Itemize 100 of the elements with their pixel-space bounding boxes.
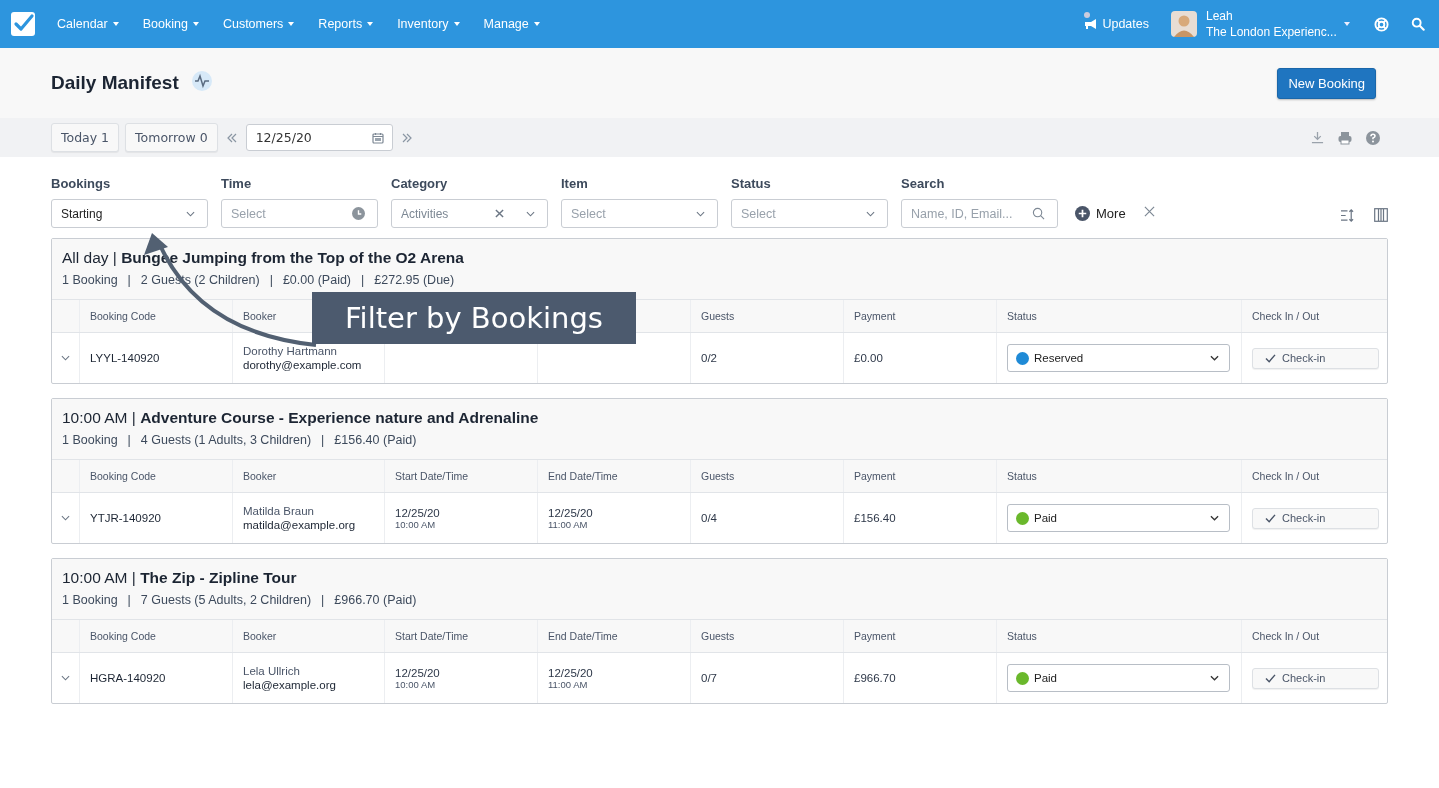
summary-text: £0.00 (Paid) xyxy=(282,273,352,287)
nav-menu[interactable]: Calendar xyxy=(57,17,119,31)
check-icon xyxy=(1265,353,1276,363)
summary-text: £966.70 (Paid) xyxy=(334,593,417,607)
search-icon[interactable] xyxy=(1411,17,1425,31)
status-select[interactable]: Paid xyxy=(1007,504,1230,532)
nav-menu[interactable]: Reports xyxy=(318,17,374,31)
date-field[interactable]: 12/25/20 xyxy=(245,124,393,151)
column-header: Status xyxy=(997,460,1242,492)
filter-label: Status xyxy=(731,176,772,191)
user-organization[interactable]: The London Experienc... xyxy=(1206,24,1344,40)
filter-field[interactable]: Select xyxy=(221,199,378,228)
column-header: Payment xyxy=(844,620,997,652)
group-title: 10:00 AM | The Zip - Zipline Tour xyxy=(62,569,298,587)
filter-field[interactable]: Name, ID, Email... xyxy=(901,199,1058,228)
chevron-down-icon xyxy=(1210,675,1219,681)
check-icon xyxy=(1265,673,1276,683)
summary-text: | xyxy=(321,593,325,607)
callout-label: Filter by Bookings xyxy=(312,292,636,344)
booker-name: Dorothy Hartmann xyxy=(243,345,337,357)
checkmark-logo-icon[interactable] xyxy=(11,12,35,36)
chevron-down-icon[interactable] xyxy=(61,355,70,361)
end-time: 11:00 AM xyxy=(548,678,588,690)
column-header: Guests xyxy=(691,620,844,652)
plus-circle-icon[interactable] xyxy=(1075,206,1090,221)
table-cell: £966.70 xyxy=(854,672,896,684)
start-time: 10:00 AM xyxy=(395,678,436,690)
chevron-down-icon xyxy=(1210,355,1219,361)
booker-email: dorothy@example.com xyxy=(243,359,362,371)
nav-menu[interactable]: Manage xyxy=(483,17,540,31)
download-icon[interactable] xyxy=(1311,131,1324,144)
filter-field[interactable]: Select xyxy=(731,199,888,228)
column-header: Booking Code xyxy=(80,460,233,492)
column-header: Booking Code xyxy=(80,300,233,332)
avatar[interactable] xyxy=(1171,11,1197,37)
updates-link[interactable]: Updates xyxy=(1102,17,1149,31)
end-date: 12/25/20 xyxy=(548,506,593,519)
column-header: Check In / Out xyxy=(1251,469,1321,484)
page-title: Daily Manifest xyxy=(51,72,179,94)
column-header: Guests xyxy=(691,300,844,332)
status-select[interactable]: Paid xyxy=(1007,664,1230,692)
start-date: 12/25/20 xyxy=(395,506,440,519)
table-cell: HGRA-140920 xyxy=(90,672,166,684)
new-booking-button[interactable]: New Booking xyxy=(1277,67,1376,99)
column-header: Check In / Out xyxy=(1251,309,1321,324)
filter-field[interactable]: Select xyxy=(561,199,718,228)
table-cell: LYYL-140920 xyxy=(90,352,160,364)
check-in-button[interactable]: Check-in xyxy=(1252,667,1379,689)
double-chevron-left-icon[interactable] xyxy=(225,132,238,143)
check-icon xyxy=(1265,513,1276,523)
check-in-button[interactable]: Check-in xyxy=(1252,347,1379,369)
sort-rows-icon[interactable] xyxy=(1340,209,1355,222)
booker-name: Matilda Braun xyxy=(243,505,314,517)
end-time: 11:00 AM xyxy=(548,518,588,530)
lifebuoy-icon[interactable] xyxy=(1374,16,1389,32)
summary-text: | xyxy=(127,433,131,447)
clock-icon xyxy=(352,207,365,220)
column-header: Booker xyxy=(233,620,385,652)
summary-text: 1 Booking xyxy=(62,433,118,447)
clear-icon[interactable] xyxy=(495,209,504,218)
booker-email: lela@example.org xyxy=(243,679,336,691)
summary-text: | xyxy=(127,593,131,607)
printer-icon[interactable] xyxy=(1338,130,1352,145)
summary-text: | xyxy=(127,273,131,287)
chevron-down-icon xyxy=(866,210,875,217)
chevron-down-icon[interactable] xyxy=(61,515,70,521)
booker-email: matilda@example.org xyxy=(243,519,356,531)
status-select[interactable]: Reserved xyxy=(1007,344,1230,372)
nav-menu[interactable]: Inventory xyxy=(397,17,460,31)
filter-field[interactable]: Activities xyxy=(391,199,548,228)
column-header: End Date/Time xyxy=(538,620,691,652)
close-icon[interactable] xyxy=(1143,206,1155,217)
start-date: 12/25/20 xyxy=(395,666,440,679)
check-in-button[interactable]: Check-in xyxy=(1252,507,1379,529)
help-icon[interactable] xyxy=(1366,130,1380,145)
activity-icon[interactable] xyxy=(191,71,212,91)
summary-text: 1 Booking xyxy=(62,273,118,287)
double-chevron-right-icon[interactable] xyxy=(400,132,413,143)
columns-icon[interactable] xyxy=(1374,208,1388,222)
table-cell: 0/7 xyxy=(701,672,717,684)
summary-text: £272.95 (Due) xyxy=(374,273,455,287)
end-date: 12/25/20 xyxy=(548,666,593,679)
chevron-down-icon[interactable] xyxy=(61,675,70,681)
column-header: Check In / Out xyxy=(1251,629,1321,644)
column-header: Start Date/Time xyxy=(385,620,538,652)
start-time: 10:00 AM xyxy=(395,518,436,530)
chevron-down-icon xyxy=(526,210,535,217)
nav-menu[interactable]: Booking xyxy=(142,17,199,31)
column-header: Booker xyxy=(233,460,385,492)
more-filters-link[interactable]: More xyxy=(1096,206,1126,221)
nav-menu[interactable]: Customers xyxy=(222,17,295,31)
filter-field[interactable]: Starting xyxy=(51,199,208,228)
calendar-icon[interactable] xyxy=(371,131,384,144)
summary-text: | xyxy=(321,433,325,447)
summary-text: 1 Booking xyxy=(62,593,118,607)
filter-label: Time xyxy=(221,176,253,191)
caret-icon[interactable] xyxy=(1344,22,1350,26)
tomorrow-button[interactable]: Tomorrow 0 xyxy=(125,123,218,152)
today-button[interactable]: Today 1 xyxy=(51,123,120,152)
user-name[interactable]: Leah xyxy=(1206,8,1344,24)
